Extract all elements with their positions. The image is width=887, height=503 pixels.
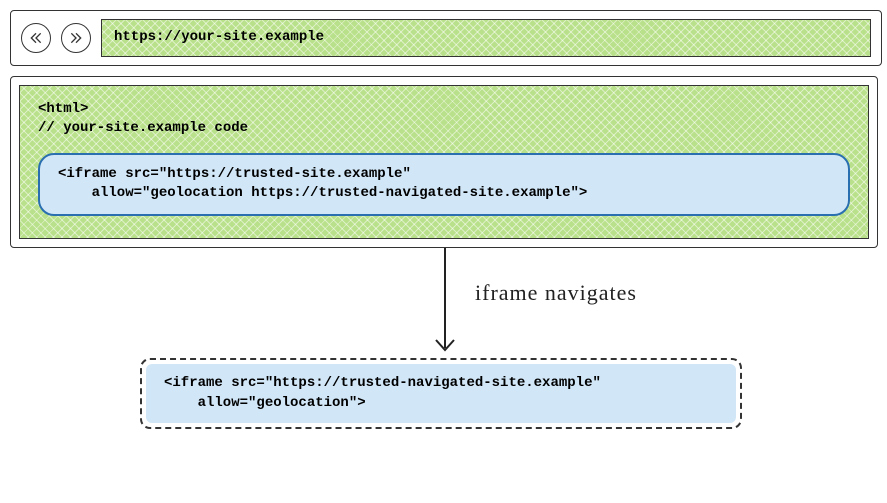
navigated-iframe-box: <iframe src="https://trusted-navigated-s… bbox=[146, 364, 736, 423]
navigated-iframe-container: <iframe src="https://trusted-navigated-s… bbox=[140, 358, 742, 429]
double-forward-icon bbox=[68, 30, 84, 46]
page-container: <html> // your-site.example code <iframe… bbox=[10, 76, 878, 248]
iframe2-line-2: allow="geolocation"> bbox=[164, 395, 366, 411]
browser-toolbar: https://your-site.example bbox=[10, 10, 882, 66]
back-button[interactable] bbox=[21, 23, 51, 53]
iframe-line-1: <iframe src="https://trusted-site.exampl… bbox=[58, 166, 411, 182]
iframe2-line-1: <iframe src="https://trusted-navigated-s… bbox=[164, 375, 601, 391]
page-comment: // your-site.example code bbox=[38, 119, 850, 139]
double-back-icon bbox=[28, 30, 44, 46]
url-bar[interactable]: https://your-site.example bbox=[101, 19, 871, 57]
iframe-source-box: <iframe src="https://trusted-site.exampl… bbox=[38, 153, 850, 216]
navigation-label: iframe navigates bbox=[475, 278, 637, 309]
navigation-arrow-icon bbox=[430, 248, 460, 363]
page-body: <html> // your-site.example code <iframe… bbox=[19, 85, 869, 239]
html-open-tag: <html> bbox=[38, 100, 850, 120]
forward-button[interactable] bbox=[61, 23, 91, 53]
iframe-line-2: allow="geolocation https://trusted-navig… bbox=[58, 185, 587, 201]
navigation-area: iframe navigates <iframe src="https://tr… bbox=[10, 248, 860, 428]
